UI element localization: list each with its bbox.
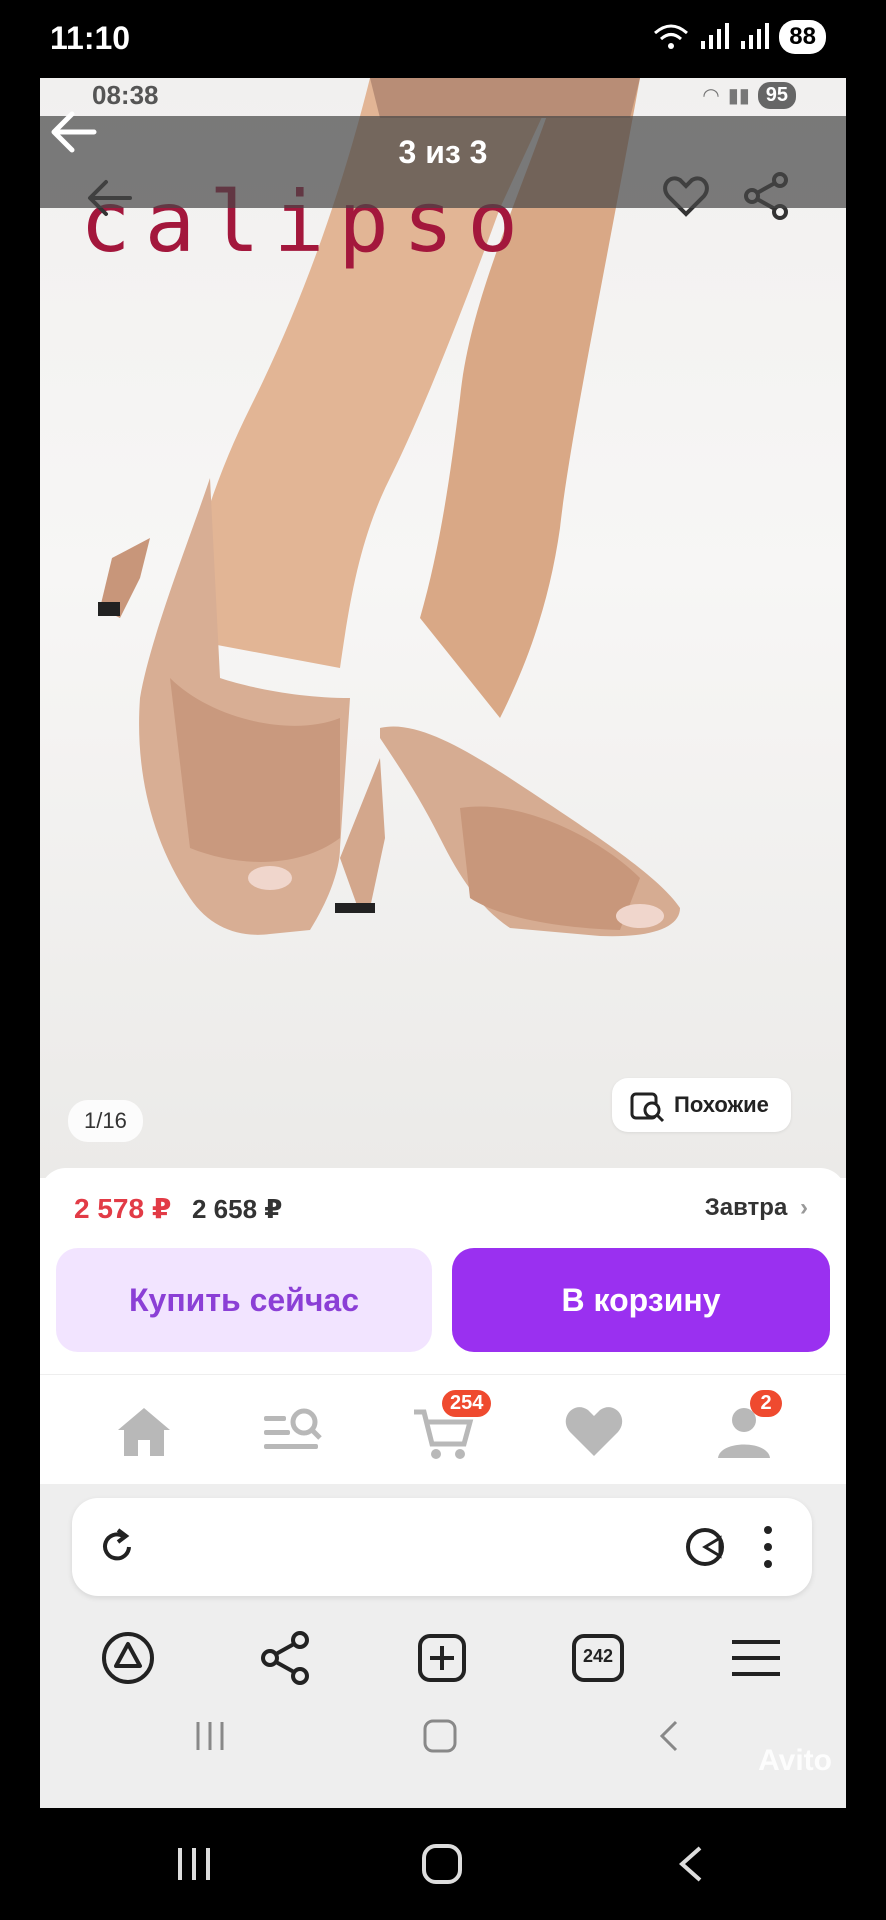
- buy-now-button[interactable]: Купить сейчас: [56, 1248, 432, 1352]
- assistant-icon[interactable]: [96, 1626, 160, 1690]
- status-time: 11:10: [50, 20, 131, 56]
- inner-status-time: 08:38: [92, 80, 159, 110]
- viewer-title: 3 из 3: [398, 134, 488, 170]
- browser-address-bar[interactable]: [72, 1498, 812, 1596]
- signal-icon-2: [741, 23, 770, 49]
- screenshot-frame: 08:38 ◠ ▮▮ 95 calipso 3 из 3 1/16 Похожи…: [40, 78, 846, 1808]
- status-icons: 88: [653, 20, 826, 54]
- inner-status-icons: ◠ ▮▮ 95: [702, 82, 796, 109]
- home-button-icon[interactable]: [420, 1842, 464, 1886]
- battery-level: 88: [779, 20, 826, 54]
- delivery-link[interactable]: Завтра ›: [705, 1194, 808, 1222]
- inner-battery: 95: [757, 82, 796, 109]
- delivery-label: Завтра: [704, 1194, 788, 1221]
- tabs-count: 242: [582, 1646, 614, 1666]
- photo-counter: 1/16: [68, 1100, 143, 1142]
- old-price: 2 658 ₽: [192, 1194, 283, 1224]
- inner-signal-icon: ▮▮: [727, 85, 750, 107]
- similar-label: Похожие: [674, 1092, 769, 1117]
- signal-icon: [701, 23, 730, 49]
- avito-watermark: Avito: [758, 1744, 832, 1777]
- cart-badge: 254: [442, 1390, 492, 1417]
- inner-home-icon[interactable]: [420, 1716, 460, 1756]
- viewer-back-icon[interactable]: [48, 106, 100, 158]
- current-price: 2 578 ₽: [74, 1193, 172, 1224]
- inner-back-icon[interactable]: [650, 1716, 690, 1756]
- reload-icon[interactable]: [96, 1526, 138, 1568]
- add-to-cart-button[interactable]: В корзину: [452, 1248, 830, 1352]
- reader-mode-icon[interactable]: [682, 1524, 728, 1570]
- favorites-heart-icon[interactable]: [558, 1396, 630, 1468]
- browser-share-icon[interactable]: [254, 1626, 318, 1690]
- menu-hamburger-icon[interactable]: [724, 1626, 788, 1690]
- similar-button[interactable]: Похожие: [612, 1078, 791, 1132]
- new-tab-plus-icon[interactable]: [410, 1626, 474, 1690]
- inner-wifi-icon: ◠: [702, 85, 720, 107]
- inner-recents-icon[interactable]: [190, 1716, 230, 1756]
- similar-search-icon: [630, 1092, 665, 1123]
- profile-badge: 2: [750, 1390, 782, 1417]
- home-icon[interactable]: [108, 1396, 180, 1468]
- back-icon[interactable]: [670, 1842, 714, 1886]
- recents-icon[interactable]: [172, 1842, 216, 1886]
- more-vertical-icon[interactable]: [758, 1522, 778, 1572]
- tabs-button[interactable]: 242: [566, 1626, 630, 1690]
- product-photo[interactable]: 08:38 ◠ ▮▮ 95 calipso 3 из 3 1/16 Похожи…: [40, 78, 846, 1178]
- catalog-search-icon[interactable]: [258, 1396, 330, 1468]
- wifi-icon: [654, 24, 689, 49]
- chevron-right-icon: ›: [800, 1194, 808, 1221]
